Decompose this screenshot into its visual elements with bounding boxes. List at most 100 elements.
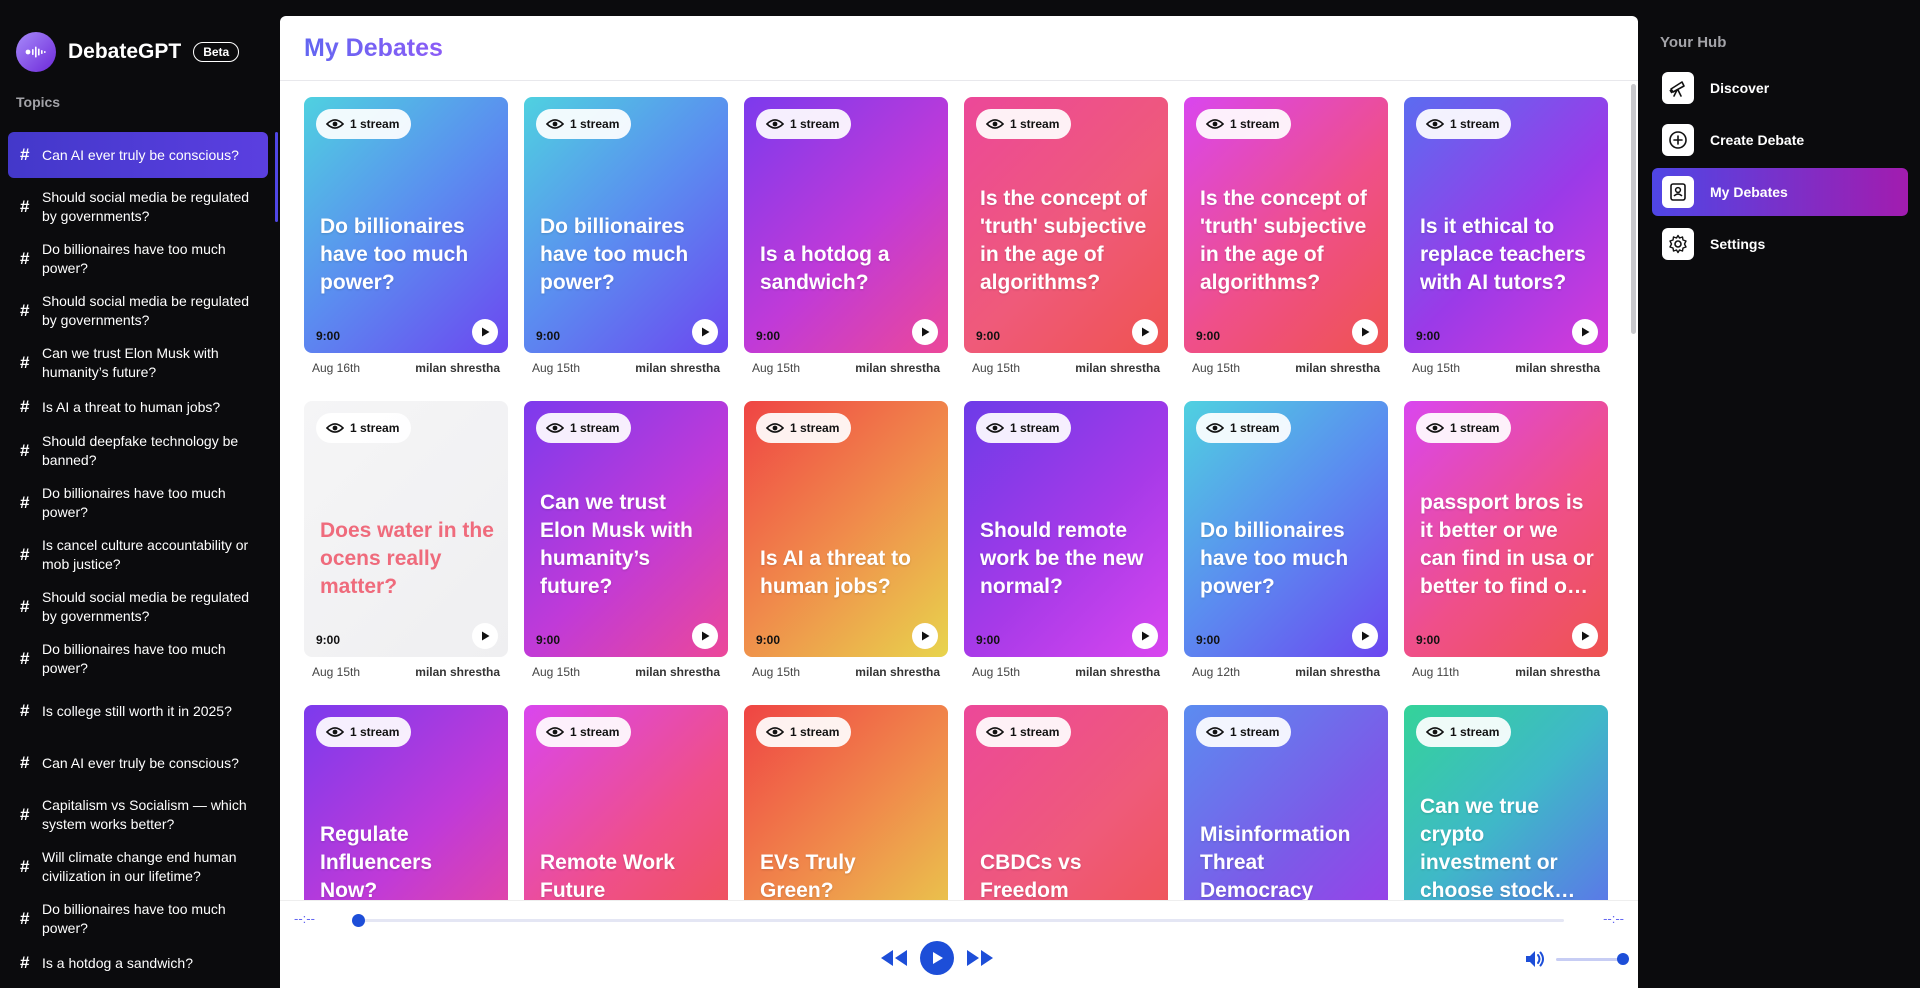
- debate-card-cover[interactable]: 1 streamEVs Truly Green?9:00: [744, 705, 948, 915]
- card-play-button[interactable]: [472, 623, 498, 649]
- topic-item[interactable]: # Is cancel culture accountability or mob…: [8, 532, 268, 578]
- eye-icon: [1426, 119, 1444, 129]
- topic-item[interactable]: #Is a hotdog a sandwich?: [8, 948, 268, 978]
- topic-item[interactable]: # Do billionaires have too much power?: [8, 896, 268, 942]
- hash-icon: #: [20, 649, 30, 668]
- debate-card[interactable]: 1 stream passport bros is it better or we…: [1404, 401, 1608, 679]
- volume-icon[interactable]: [1524, 949, 1546, 969]
- eye-icon: [546, 119, 564, 129]
- debate-card[interactable]: 1 streamRegulate Influencers Now?9:00: [304, 705, 508, 915]
- topic-item[interactable]: # Should social media be regulated by gov…: [8, 584, 268, 630]
- card-play-button[interactable]: [1352, 319, 1378, 345]
- debate-card-cover[interactable]: 1 stream passport bros is it better or we…: [1404, 401, 1608, 657]
- debate-title: Is it ethical to replace teachers with A…: [1420, 215, 1586, 294]
- debate-duration: 9:00: [316, 633, 341, 647]
- stream-count-badge: 1 stream: [536, 717, 632, 747]
- main-scrollbar[interactable]: [1631, 84, 1636, 334]
- debate-card[interactable]: 1 streamMisinformation Threat Democracy9…: [1184, 705, 1388, 915]
- debate-card-cover[interactable]: 1 stream Do billionaires have too much po…: [1184, 401, 1388, 657]
- sidebar-scrollbar[interactable]: [275, 132, 278, 222]
- debate-card-cover[interactable]: 1 stream Can we true crypto investment or…: [1404, 705, 1608, 915]
- card-play-button[interactable]: [692, 623, 718, 649]
- topic-item[interactable]: # Should deepfake technology be banned?: [8, 428, 268, 474]
- debate-card-cover[interactable]: 1 streamMisinformation Threat Democracy9…: [1184, 705, 1388, 915]
- debate-card[interactable]: 1 stream Is the concept of 'truth' subjec…: [1184, 97, 1388, 375]
- seek-bar[interactable]: [352, 914, 1564, 927]
- debate-card[interactable]: 1 stream Is a hotdog a sandwich? 9:00 Aug 1…: [744, 97, 948, 375]
- debate-card-cover[interactable]: 1 stream Should remote work be the new no…: [964, 401, 1168, 657]
- debate-card[interactable]: 1 streamEVs Truly Green?9:00: [744, 705, 948, 915]
- card-play-button[interactable]: [472, 319, 498, 345]
- debate-card-cover[interactable]: 1 stream Does water in the ocens really m…: [304, 401, 508, 657]
- debate-title: Misinformation Threat Democracy: [1200, 823, 1351, 902]
- topic-item[interactable]: # Do billionaires have too much power?: [8, 636, 268, 682]
- debate-card-cover[interactable]: 1 stream Is the concept of 'truth' subjec…: [1184, 97, 1388, 353]
- debate-card[interactable]: 1 stream Is AI a threat to human jobs? 9:0…: [744, 401, 948, 679]
- debate-card[interactable]: 1 stream Do billionaires have too much po…: [1184, 401, 1388, 679]
- debate-author: milan shrestha: [855, 665, 940, 679]
- debate-card-cover[interactable]: 1 stream Can we trust Elon Musk with huma…: [524, 401, 728, 657]
- volume-handle[interactable]: [1617, 952, 1629, 965]
- play-icon: [1142, 327, 1150, 337]
- volume-control: [1524, 949, 1629, 969]
- debate-card[interactable]: 1 stream Is the concept of 'truth' subjec…: [964, 97, 1168, 375]
- topic-item[interactable]: # Can AI ever truly be conscious?: [8, 740, 268, 786]
- debate-card-cover[interactable]: 1 stream Is AI a threat to human jobs? 9:0…: [744, 401, 948, 657]
- debate-card[interactable]: 1 stream Is it ethical to replace teacher…: [1404, 97, 1608, 375]
- topic-item[interactable]: #Is a hotdog a sandwich?: [8, 984, 268, 988]
- hub-item-settings[interactable]: Settings: [1652, 220, 1908, 268]
- debate-card-cover[interactable]: 1 stream Is a hotdog a sandwich? 9:00: [744, 97, 948, 353]
- topic-item[interactable]: # Is college still worth it in 2025?: [8, 688, 268, 734]
- debate-date: Aug 15th: [532, 361, 581, 375]
- seek-handle[interactable]: [352, 914, 365, 927]
- debate-card[interactable]: 1 stream Can we trust Elon Musk with huma…: [524, 401, 728, 679]
- rewind-button[interactable]: [880, 949, 908, 967]
- eye-icon: [326, 727, 344, 737]
- hub-item-discover[interactable]: Discover: [1652, 64, 1908, 112]
- topic-item[interactable]: # Should social media be regulated by gov…: [8, 184, 268, 230]
- topic-item[interactable]: # Can AI ever truly be conscious?: [8, 132, 268, 178]
- card-play-button[interactable]: [912, 623, 938, 649]
- volume-slider[interactable]: [1556, 952, 1629, 965]
- topic-item[interactable]: # Will climate change end human civilizat…: [8, 844, 268, 890]
- debate-card-cover[interactable]: 1 streamCBDCs vs Freedom9:00: [964, 705, 1168, 915]
- card-play-button[interactable]: [1572, 623, 1598, 649]
- card-play-button[interactable]: [1132, 319, 1158, 345]
- debate-card-cover[interactable]: 1 stream Do billionaires have too much po…: [304, 97, 508, 353]
- card-play-button[interactable]: [692, 319, 718, 345]
- hub-item-create-debate[interactable]: Create Debate: [1652, 116, 1908, 164]
- debate-title: Do billionaires have too much power?: [320, 215, 469, 294]
- debate-card-cover[interactable]: 1 streamRemote Work Future9:00: [524, 705, 728, 915]
- play-button[interactable]: [920, 941, 954, 975]
- main-panel: My Debates 1 stream Do billionaires have …: [280, 16, 1638, 988]
- debate-card[interactable]: 1 streamCBDCs vs Freedom9:00: [964, 705, 1168, 915]
- debate-card-cover[interactable]: 1 stream Is it ethical to replace teacher…: [1404, 97, 1608, 353]
- topic-item[interactable]: # Is AI a threat to human jobs?: [8, 392, 268, 422]
- topic-item[interactable]: # Should social media be regulated by gov…: [8, 288, 268, 334]
- brand[interactable]: DebateGPT Beta: [16, 32, 240, 72]
- debate-title: Can we trust Elon Musk with humanity’s f…: [540, 491, 693, 598]
- card-play-button[interactable]: [1352, 623, 1378, 649]
- debate-card[interactable]: 1 streamRemote Work Future9:00: [524, 705, 728, 915]
- topic-item[interactable]: # Do billionaires have too much power?: [8, 236, 268, 282]
- debate-card-cover[interactable]: 1 stream Do billionaires have too much po…: [524, 97, 728, 353]
- card-play-button[interactable]: [1572, 319, 1598, 345]
- debate-card[interactable]: 1 stream Do billionaires have too much po…: [524, 97, 728, 375]
- topic-item[interactable]: # Capitalism vs Socialism — which system …: [8, 792, 268, 838]
- debate-card[interactable]: 1 stream Should remote work be the new no…: [964, 401, 1168, 679]
- debate-card-cover[interactable]: 1 streamRegulate Influencers Now?9:00: [304, 705, 508, 915]
- debate-card[interactable]: 1 stream Does water in the ocens really m…: [304, 401, 508, 679]
- topic-label: Do billionaires have too much power?: [42, 641, 226, 676]
- debate-card[interactable]: 1 stream Can we true crypto investment or…: [1404, 705, 1608, 915]
- card-play-button[interactable]: [1132, 623, 1158, 649]
- hub-item-my-debates[interactable]: My Debates: [1652, 168, 1908, 216]
- debate-card[interactable]: 1 stream Do billionaires have too much po…: [304, 97, 508, 375]
- debate-card-cover[interactable]: 1 stream Is the concept of 'truth' subjec…: [964, 97, 1168, 353]
- fast-forward-button[interactable]: [966, 949, 994, 967]
- debate-meta: Aug 15th milan shrestha: [304, 657, 508, 679]
- card-play-button[interactable]: [912, 319, 938, 345]
- topic-item[interactable]: # Can we trust Elon Musk with humanity’s …: [8, 340, 268, 386]
- stream-count: 1 stream: [1230, 725, 1280, 739]
- fast-forward-icon: [967, 950, 993, 966]
- topic-item[interactable]: # Do billionaires have too much power?: [8, 480, 268, 526]
